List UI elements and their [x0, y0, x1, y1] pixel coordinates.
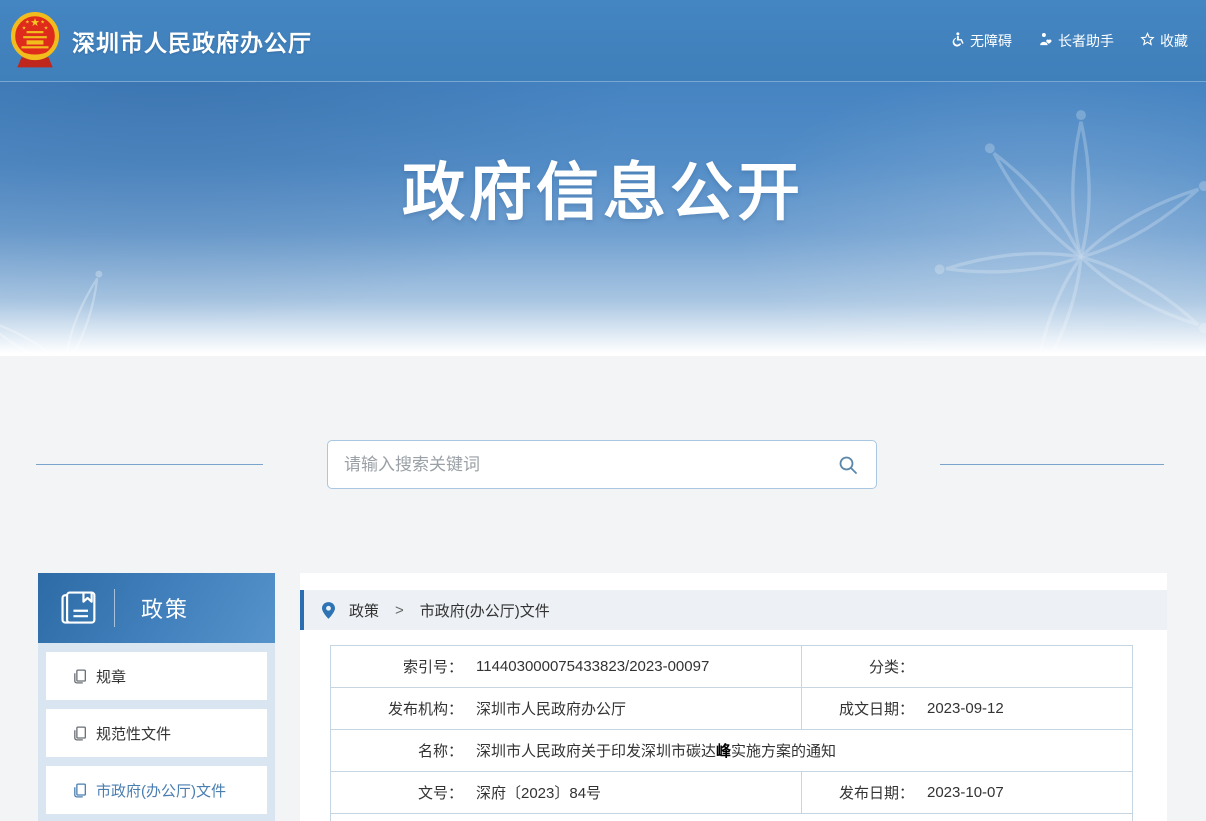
svg-text:★: ★: [30, 16, 40, 28]
issuing-agency-value: 深圳市人民政府办公厅: [476, 698, 626, 719]
search-icon[interactable]: [838, 454, 860, 476]
category-cell: 分类：: [801, 646, 1132, 687]
index-number-label: 索引号：: [331, 656, 463, 677]
document-icon: [72, 726, 87, 741]
page-title: 政府信息公开: [0, 142, 1206, 233]
sidebar-title: 政策: [141, 592, 189, 624]
svg-text:★: ★: [22, 25, 27, 31]
document-info-table: 索引号： 114403000075433823/2023-00097 分类： 发…: [330, 645, 1133, 821]
document-name-value: 深圳市人民政府关于印发深圳市碳达峰实施方案的通知: [476, 740, 836, 761]
document-name-label: 名称：: [331, 740, 463, 761]
sidebar-header-divider: [114, 589, 115, 627]
accessibility-link[interactable]: 无障碍: [950, 31, 1012, 51]
table-row: 文号： 深府〔2023〕84号 发布日期： 2023-10-07: [331, 772, 1132, 814]
header-bar: ★ ★ ★ ★ ★ 深圳市人民政府办公厅 无障碍 长者助手 收藏: [0, 0, 1206, 82]
publish-date-value: 2023-10-07: [927, 784, 1004, 801]
document-icon: [72, 669, 87, 684]
sidebar-item-normative-documents[interactable]: 规范性文件: [46, 709, 267, 757]
table-row: 名称： 深圳市人民政府关于印发深圳市碳达峰实施方案的通知: [331, 730, 1132, 772]
written-date-cell: 成文日期： 2023-09-12: [801, 688, 1132, 729]
wheelchair-icon: [950, 32, 965, 50]
document-number-cell: 文号： 深府〔2023〕84号: [331, 772, 801, 813]
main-content: 政策 > 市政府(办公厅)文件 索引号： 114403000075433823/…: [300, 573, 1167, 821]
breadcrumb-root[interactable]: 政策: [349, 600, 379, 621]
sidebar-item-rules[interactable]: 规章: [46, 652, 267, 700]
document-name-cell: 名称： 深圳市人民政府关于印发深圳市碳达峰实施方案的通知: [331, 730, 1132, 771]
search-input[interactable]: [344, 455, 838, 475]
book-icon: [58, 588, 98, 628]
publish-date-label: 发布日期：: [802, 782, 914, 803]
document-number-label: 文号：: [331, 782, 463, 803]
site-title[interactable]: 深圳市人民政府办公厅: [72, 24, 312, 58]
breadcrumb: 政策 > 市政府(办公厅)文件: [300, 590, 1167, 630]
sidebar-item-label: 规范性文件: [96, 723, 171, 744]
header-utility-links: 无障碍 长者助手 收藏: [950, 31, 1188, 51]
category-label: 分类：: [802, 656, 914, 677]
document-icon: [72, 783, 87, 798]
written-date-label: 成文日期：: [802, 698, 914, 719]
search-highlight: 峰: [716, 743, 731, 760]
search-divider-left: [36, 464, 263, 465]
banner: 政府信息公开: [0, 82, 1206, 356]
table-row: [331, 814, 1132, 821]
sidebar-menu: 规章 规范性文件 市政府(办公厅)文件: [38, 643, 275, 821]
issuing-agency-label: 发布机构：: [331, 698, 463, 719]
elder-assist-icon: [1038, 32, 1053, 50]
sidebar-item-municipal-documents[interactable]: 市政府(办公厅)文件: [46, 766, 267, 814]
svg-text:★: ★: [40, 19, 45, 25]
breadcrumb-separator: >: [395, 602, 404, 619]
table-row: 发布机构： 深圳市人民政府办公厅 成文日期： 2023-09-12: [331, 688, 1132, 730]
index-number-value: 114403000075433823/2023-00097: [476, 658, 709, 675]
svg-text:★: ★: [44, 25, 49, 31]
sidebar-item-label: 规章: [96, 666, 126, 687]
sidebar: 政策 规章 规范性文件 市政府(办公厅)文件: [38, 573, 275, 821]
search-box: [327, 440, 877, 489]
issuing-agency-cell: 发布机构： 深圳市人民政府办公厅: [331, 688, 801, 729]
breadcrumb-current[interactable]: 市政府(办公厅)文件: [420, 600, 550, 621]
location-pin-icon: [322, 602, 335, 619]
national-emblem-logo[interactable]: ★ ★ ★ ★ ★: [8, 9, 62, 75]
star-icon: [1140, 32, 1155, 50]
flower-decoration: [0, 252, 180, 356]
favorite-link[interactable]: 收藏: [1140, 31, 1188, 51]
sidebar-header: 政策: [38, 573, 275, 643]
sidebar-item-label: 市政府(办公厅)文件: [96, 780, 226, 801]
written-date-value: 2023-09-12: [927, 700, 1004, 717]
document-number-value: 深府〔2023〕84号: [476, 782, 601, 803]
table-row: 索引号： 114403000075433823/2023-00097 分类：: [331, 646, 1132, 688]
svg-text:★: ★: [25, 19, 30, 25]
elder-assist-link[interactable]: 长者助手: [1038, 31, 1114, 51]
index-number-cell: 索引号： 114403000075433823/2023-00097: [331, 646, 801, 687]
content-section: 政策 规章 规范性文件 市政府(办公厅)文件: [0, 356, 1206, 821]
empty-cell: [331, 814, 1132, 821]
search-divider-right: [940, 464, 1164, 465]
publish-date-cell: 发布日期： 2023-10-07: [801, 772, 1132, 813]
